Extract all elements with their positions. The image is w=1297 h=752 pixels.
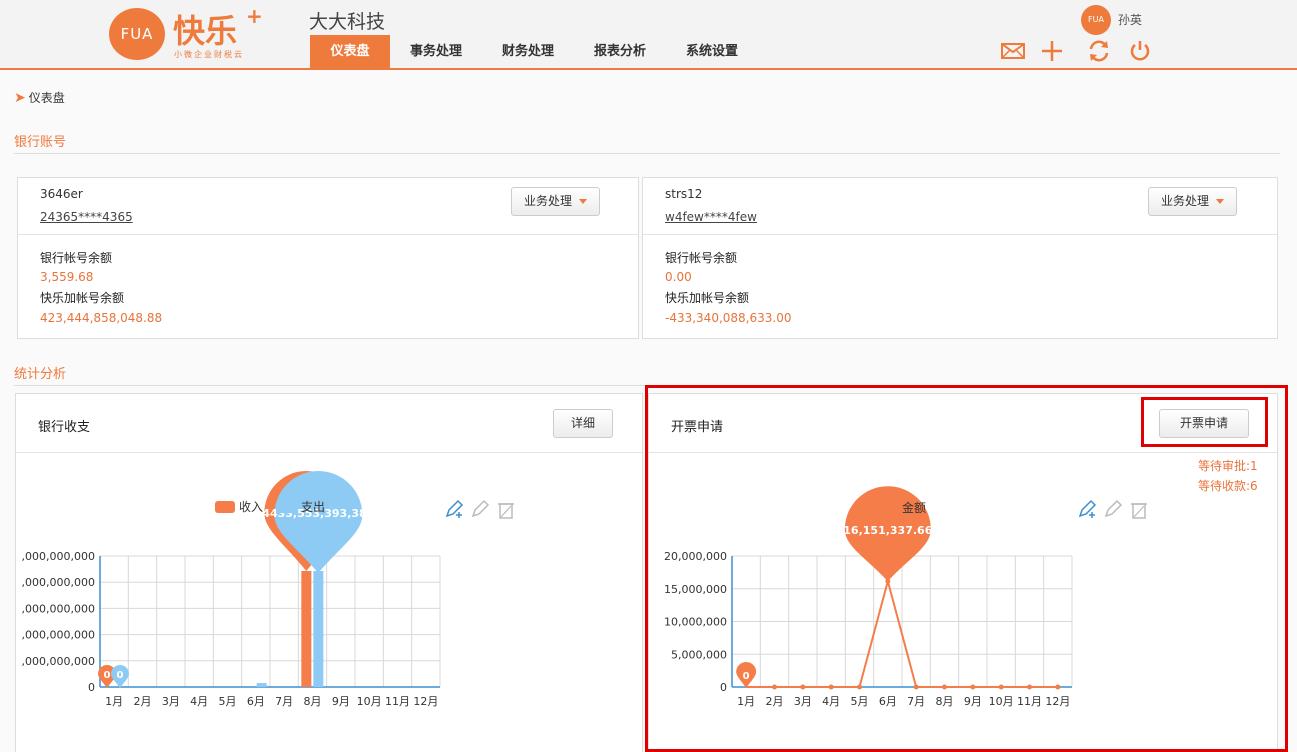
invoice-amount-chart: 0 5,000,000 10,000,000 15,000,000 20,000,000…	[664, 486, 1073, 708]
plus-shape	[1089, 512, 1095, 518]
x-tick-label: 2月	[134, 695, 152, 708]
edit-icon[interactable]	[471, 499, 490, 518]
legend-label: 收入	[239, 500, 263, 514]
data-point	[1027, 684, 1032, 690]
data-point	[857, 684, 862, 690]
trash-icon[interactable]	[1131, 503, 1147, 519]
edit-icon[interactable]	[1104, 499, 1123, 518]
x-tick-label: 11月	[385, 695, 410, 708]
bar-expense	[313, 571, 324, 687]
plus-shape	[456, 512, 462, 518]
x-tick-label: 8月	[936, 695, 954, 708]
trash-slash	[1133, 505, 1145, 518]
peak-value-label: 16,151,337.66	[843, 524, 932, 537]
legend-label: 支出	[301, 500, 325, 514]
y-tick-label: 5,000,000	[671, 648, 727, 661]
x-tick-label: 4月	[822, 695, 840, 708]
x-tick-label: 1月	[105, 695, 123, 708]
y-tick-label: ,000,000,000	[22, 629, 95, 642]
y-tick-label: 10,000,000	[664, 616, 727, 629]
x-tick-label: 5月	[219, 695, 237, 708]
x-tick-label: 2月	[766, 695, 784, 708]
x-tick-label: 1月	[737, 695, 755, 708]
y-tick-label: 15,000,000	[664, 583, 727, 596]
bank-income-expense-chart: 0 ,000,000,000 ,000,000,000 ,000,000,000 ,00…	[22, 471, 441, 708]
zero-marker-label: 0	[117, 670, 124, 681]
x-tick-label: 5月	[851, 695, 869, 708]
x-tick-label: 12月	[1045, 695, 1070, 708]
trash-icon[interactable]	[498, 503, 514, 519]
legend-swatch	[277, 501, 297, 513]
chart-toolbox	[445, 499, 1147, 519]
data-point	[800, 684, 806, 690]
x-tick-label: 11月	[1017, 695, 1042, 708]
y-tick-label: 0	[88, 681, 95, 694]
x-tick-label: 8月	[304, 695, 322, 708]
x-tick-label: 6月	[879, 695, 897, 708]
data-point	[942, 684, 947, 690]
y-tick-label: ,000,000,000	[22, 576, 95, 589]
x-tick-label: 12月	[413, 695, 438, 708]
charts-layer: 0 ,000,000,000 ,000,000,000 ,000,000,000 ,00…	[22, 471, 1147, 708]
y-tick-label: 20,000,000	[664, 550, 727, 563]
x-tick-label: 3月	[162, 695, 180, 708]
data-point	[828, 684, 834, 690]
x-tick-label: 6月	[247, 695, 265, 708]
pen-shape	[1104, 499, 1123, 518]
pen-shape	[471, 499, 490, 518]
zero-marker-label: 0	[104, 670, 111, 681]
x-tick-label: 9月	[964, 695, 982, 708]
edit-add-icon[interactable]	[1078, 499, 1097, 518]
bar-income	[301, 571, 312, 687]
data-point	[772, 684, 777, 690]
x-tick-label: 7月	[907, 695, 925, 708]
y-tick-label: ,000,000,000	[22, 602, 95, 615]
y-tick-label: ,000,000,000	[22, 550, 95, 563]
x-tick-label: 9月	[332, 695, 350, 708]
y-tick-label: 0	[720, 681, 727, 694]
bar-expense	[256, 683, 267, 687]
x-tick-label: 3月	[794, 695, 812, 708]
x-tick-label: 10月	[357, 695, 382, 708]
data-point	[998, 684, 1004, 690]
trash-slash	[500, 505, 512, 518]
x-tick-label: 10月	[989, 695, 1014, 708]
x-tick-label: 4月	[190, 695, 208, 708]
legend-label: 金额	[902, 500, 926, 515]
peak-marker-expense	[274, 471, 363, 573]
data-point	[970, 684, 976, 690]
edit-add-icon[interactable]	[445, 499, 464, 518]
legend-swatch	[215, 501, 235, 513]
x-tick-label: 7月	[275, 695, 293, 708]
y-tick-label: ,000,000,000	[22, 655, 95, 668]
zero-marker-label: 0	[743, 671, 750, 682]
data-point	[1055, 684, 1061, 690]
data-point	[913, 684, 919, 690]
